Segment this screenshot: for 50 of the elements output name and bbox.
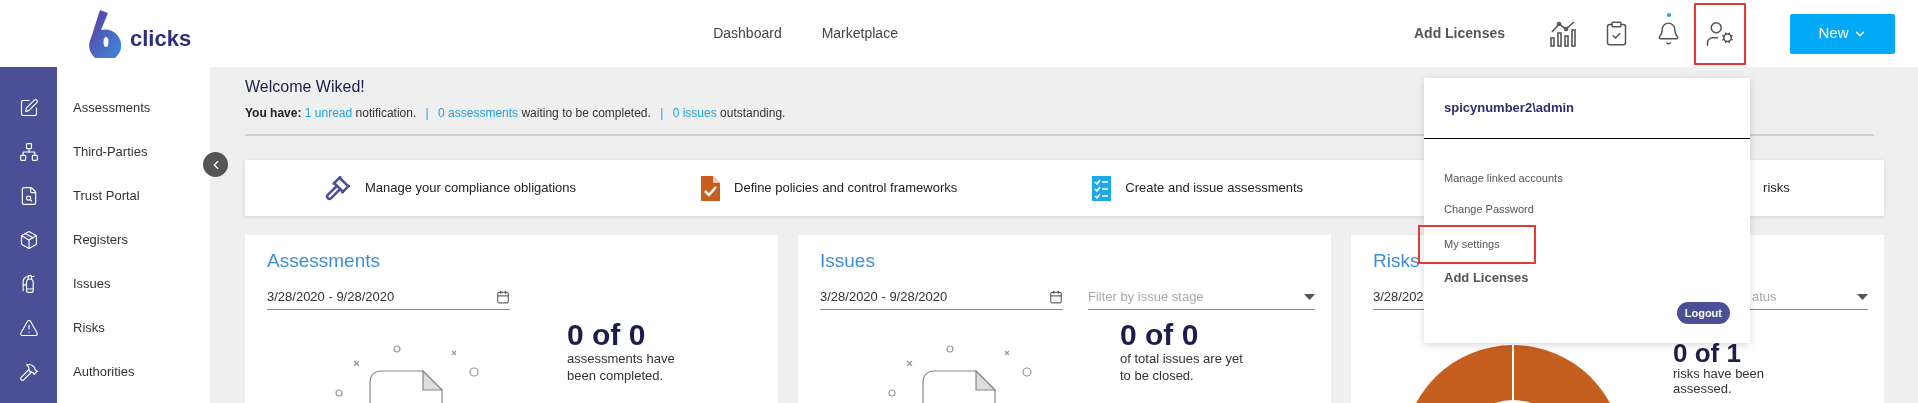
sidebar-item[interactable]: Authorities: [60, 350, 139, 394]
banner-text: Manage your compliance obligations: [365, 179, 576, 198]
banner-text: risks: [1763, 179, 1790, 198]
count-value: 0 of 0: [1120, 320, 1199, 350]
calendar-icon: [496, 289, 510, 304]
chart-icon: [1549, 19, 1579, 48]
logout-button[interactable]: Logout: [1676, 301, 1730, 324]
sidebar-item[interactable]: Assessments: [60, 86, 155, 130]
count-caption: risks have been assessed.: [1673, 366, 1766, 396]
card-title: Assessments: [267, 249, 380, 273]
sidebar-item[interactable]: Trust Portal: [60, 174, 144, 218]
add-licenses-link[interactable]: Add Licenses: [1413, 23, 1505, 44]
banner-text: Define policies and control frameworks: [734, 179, 958, 198]
banner-text: Create and issue assessments: [1125, 179, 1304, 198]
card-title: Risks: [1373, 249, 1420, 273]
box-icon[interactable]: [18, 230, 39, 250]
sidebar-item[interactable]: Risks: [60, 306, 109, 350]
username: spicynumber2\admin: [1444, 99, 1575, 118]
dropdown-arrow-icon: [1304, 293, 1315, 300]
nav-link[interactable]: Dashboard: [713, 23, 782, 44]
bell-icon: [1655, 21, 1681, 46]
date-range-field[interactable]: 3/28/2020 - 9/28/2020: [267, 284, 510, 310]
count-value: 0 of 1: [1673, 340, 1741, 366]
nav-link[interactable]: Marketplace: [821, 23, 898, 44]
sidebar-item[interactable]: Third-Parties: [60, 130, 152, 174]
logo-icon: [88, 9, 124, 58]
date-range-field[interactable]: 3/28/2020 - 9/28/2020: [820, 284, 1063, 310]
summary-text: You have: 1 unread notification. | 0 assessments waiting to be completed. | 0 issues outstanding.: [245, 105, 786, 121]
document-check-icon: [701, 175, 720, 201]
gavel-icon: [325, 175, 351, 201]
sidebar-item[interactable]: Registers: [60, 218, 132, 262]
card-title: Issues: [820, 249, 875, 273]
count-caption: of total issues are yet to be closed.: [1120, 350, 1244, 384]
calendar-icon: [1049, 289, 1063, 304]
network-icon[interactable]: [18, 142, 39, 162]
count-value: 0 of 0: [567, 320, 646, 350]
logo-text: clicks: [130, 25, 192, 53]
hammer-icon[interactable]: [18, 362, 39, 382]
header-icon-button[interactable]: [1694, 2, 1746, 65]
dropdown-arrow-icon: [1857, 293, 1868, 300]
welcome-title: Welcome Wiked!: [245, 77, 365, 97]
checklist-icon: [1092, 175, 1112, 201]
count-caption: assessments have been completed.: [567, 350, 676, 384]
menu-item[interactable]: Change Password: [1424, 194, 1534, 225]
pen-square-icon[interactable]: [18, 98, 39, 118]
warning-icon[interactable]: [18, 318, 39, 338]
menu-item[interactable]: My settings: [1418, 225, 1536, 264]
sidebar-item[interactable]: Issues: [60, 262, 115, 306]
menu-add-licenses[interactable]: Add Licenses: [1424, 268, 1529, 288]
menu-item[interactable]: Manage linked accounts: [1424, 163, 1563, 194]
